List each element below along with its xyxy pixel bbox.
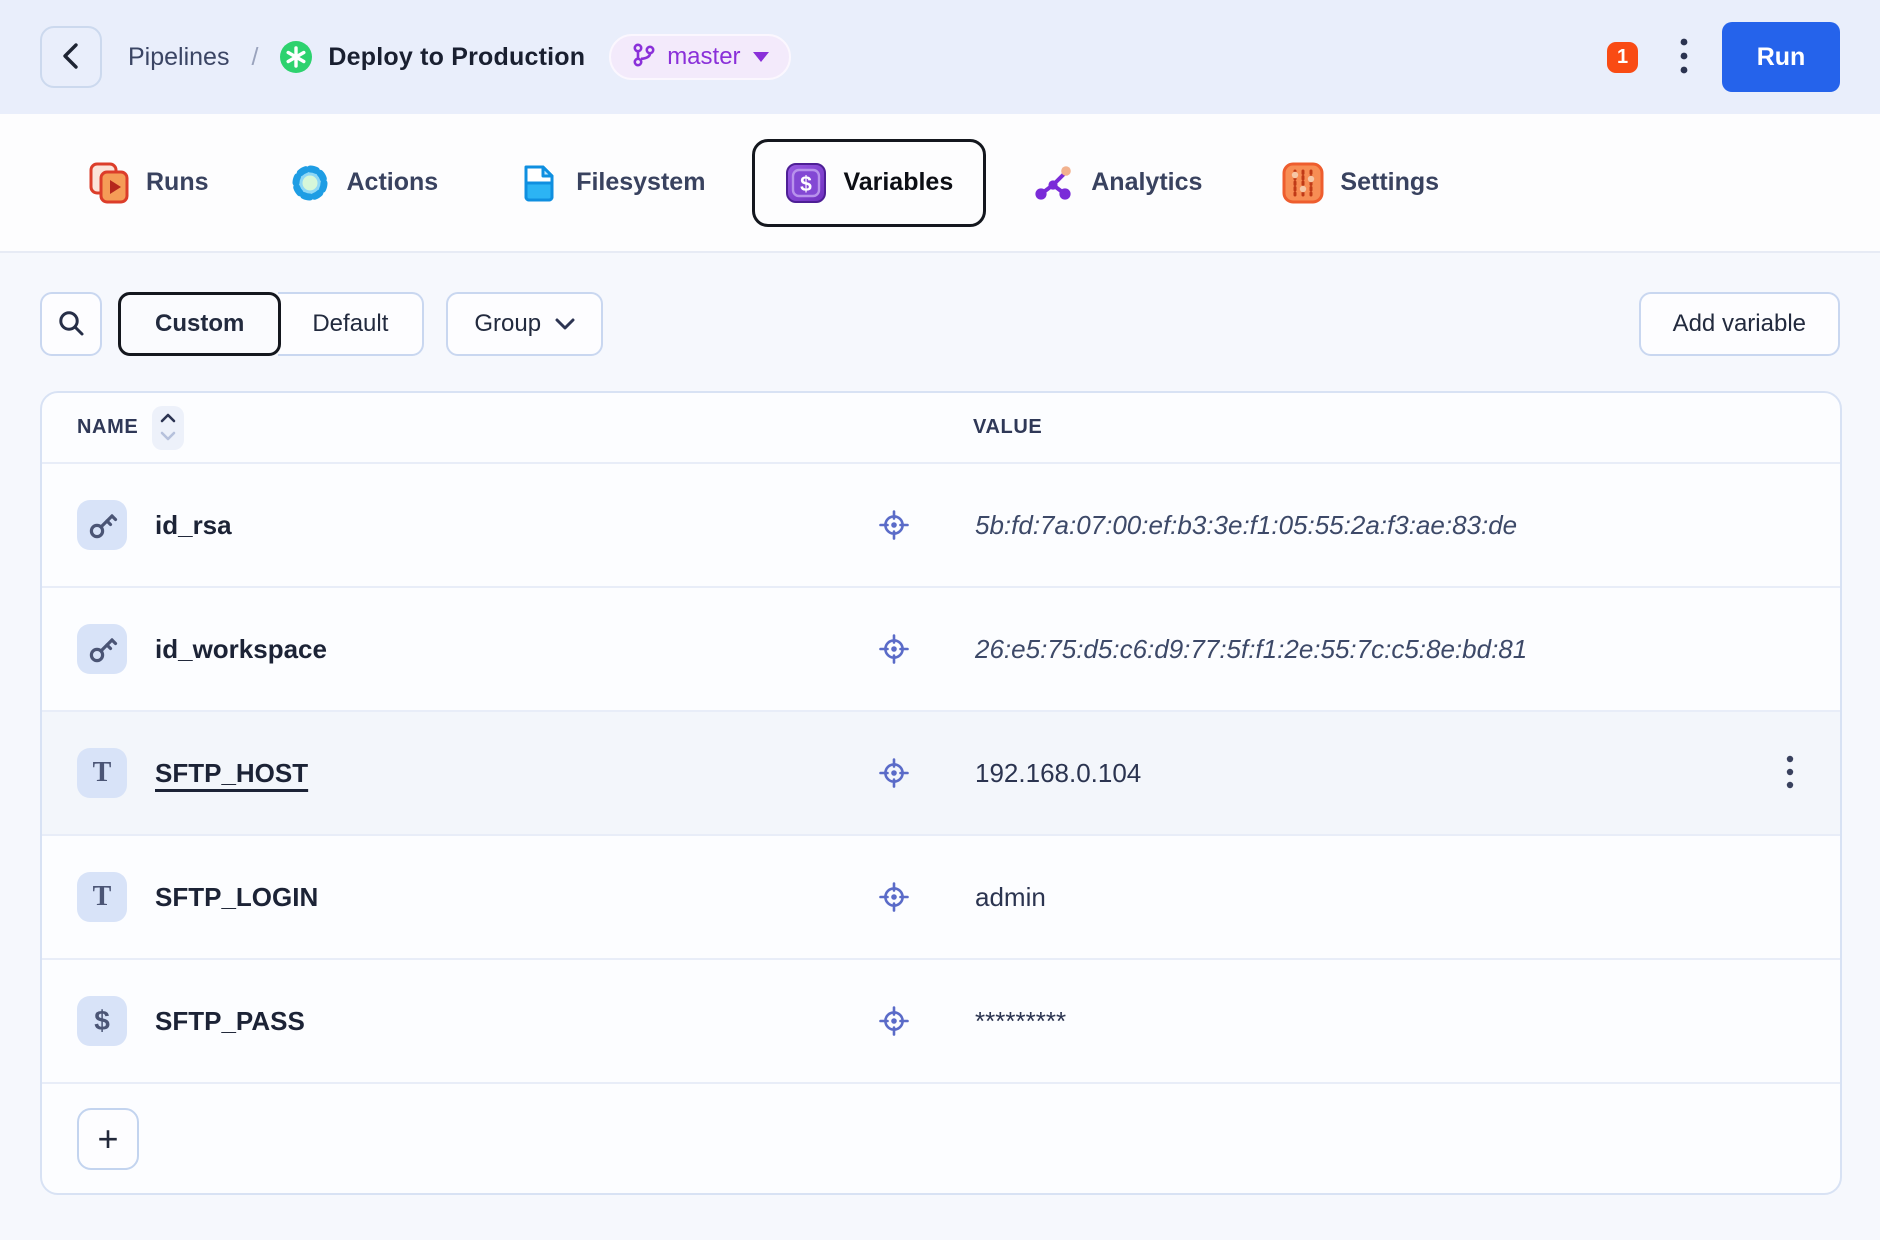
segment-default[interactable]: Default: [278, 292, 425, 356]
ssh-key-icon: [77, 500, 127, 550]
tab-filesystem[interactable]: Filesystem: [485, 139, 738, 227]
variable-value[interactable]: 26:e5:75:d5:c6:d9:77:5f:f1:2e:55:7c:c5:8…: [975, 634, 1800, 665]
row-kebab-menu[interactable]: [1780, 755, 1800, 792]
target-icon[interactable]: [877, 756, 911, 790]
target-icon[interactable]: [877, 880, 911, 914]
tab-label: Actions: [346, 168, 439, 196]
sort-desc-icon: [160, 429, 176, 444]
table-row: id_workspace 26:e5:75:d5:c6:d9:77:5f:f1:…: [42, 588, 1840, 712]
table-row: id_rsa 5b:fd:7a:07:00:ef:b3:3e:f1:05:55:…: [42, 464, 1840, 588]
page-title: Deploy to Production: [328, 42, 586, 71]
table-row: $ SFTP_PASS *********: [42, 960, 1840, 1084]
back-button[interactable]: [40, 26, 102, 88]
notification-badge[interactable]: 1: [1607, 41, 1638, 73]
filesystem-icon: [518, 162, 560, 204]
variable-value[interactable]: 192.168.0.104: [975, 758, 1780, 789]
variable-name[interactable]: SFTP_HOST: [155, 758, 308, 789]
branch-label: master: [667, 43, 741, 70]
tab-runs[interactable]: Runs: [55, 139, 242, 227]
target-icon[interactable]: [877, 632, 911, 666]
variable-name[interactable]: id_rsa: [155, 510, 232, 541]
variables-icon: $: [785, 162, 827, 204]
column-header-value: VALUE: [973, 416, 1043, 438]
variable-name[interactable]: SFTP_PASS: [155, 1006, 305, 1037]
variable-value[interactable]: admin: [975, 882, 1800, 913]
branch-selector[interactable]: master: [609, 34, 791, 80]
breadcrumb-separator: /: [251, 42, 259, 71]
runs-icon: [88, 162, 130, 204]
tab-settings[interactable]: Settings: [1249, 139, 1472, 227]
text-type-icon: T: [77, 872, 127, 922]
chevron-down-icon: [555, 310, 575, 338]
variable-value[interactable]: 5b:fd:7a:07:00:ef:b3:3e:f1:05:55:2a:f3:a…: [975, 510, 1800, 541]
analytics-icon: [1033, 162, 1075, 204]
group-dropdown[interactable]: Group: [446, 292, 604, 356]
kebab-icon: [1680, 38, 1688, 77]
kebab-icon: [1786, 755, 1794, 792]
table-footer: +: [42, 1084, 1840, 1193]
svg-text:$: $: [801, 173, 813, 196]
variables-table: NAME VALUE id_rsa 5b:fd:7a:07:00:ef:b3:3…: [40, 391, 1842, 1195]
tab-variables[interactable]: $ Variables: [752, 138, 987, 227]
tab-label: Runs: [146, 168, 209, 196]
search-button[interactable]: [40, 292, 102, 356]
settings-icon: [1282, 162, 1324, 204]
table-row: T SFTP_LOGIN admin: [42, 836, 1840, 960]
tab-actions[interactable]: Actions: [256, 139, 472, 227]
add-row-button[interactable]: +: [77, 1107, 139, 1170]
variable-name[interactable]: id_workspace: [155, 634, 327, 665]
table-header-row: NAME VALUE: [42, 393, 1840, 464]
add-variable-button[interactable]: Add variable: [1638, 292, 1840, 356]
table-row: T SFTP_HOST 192.168.0.104: [42, 712, 1840, 836]
secret-type-icon: $: [77, 996, 127, 1046]
run-button[interactable]: Run: [1722, 22, 1840, 92]
header-kebab-menu[interactable]: [1680, 38, 1688, 77]
chevron-left-icon: [59, 41, 83, 74]
tab-label: Settings: [1340, 168, 1440, 196]
search-icon: [56, 308, 86, 341]
tab-analytics[interactable]: Analytics: [1000, 139, 1235, 227]
variable-name[interactable]: SFTP_LOGIN: [155, 882, 318, 913]
sort-button[interactable]: [152, 405, 185, 450]
sort-asc-icon: [160, 411, 176, 426]
tab-label: Filesystem: [576, 168, 706, 196]
group-dropdown-label: Group: [474, 310, 542, 337]
tab-label: Variables: [843, 168, 954, 196]
target-icon[interactable]: [877, 1004, 911, 1038]
breadcrumb-pipelines[interactable]: Pipelines: [128, 43, 229, 72]
target-icon[interactable]: [877, 508, 911, 542]
segment-custom[interactable]: Custom: [118, 292, 282, 356]
column-header-name: NAME: [77, 416, 139, 438]
tab-bar: Runs Actions Filesystem $ Variables Anal…: [0, 114, 1880, 253]
app-header: Pipelines / Deploy to Production master …: [0, 0, 1880, 114]
actions-icon: [289, 162, 331, 204]
variable-scope-segmented: Custom Default: [118, 292, 425, 356]
pipeline-status-icon: [280, 41, 313, 73]
ssh-key-icon: [77, 624, 127, 674]
variable-value[interactable]: *********: [975, 1006, 1800, 1037]
branch-caret-icon: [752, 52, 769, 62]
text-type-icon: T: [77, 748, 127, 798]
git-branch-icon: [631, 42, 657, 73]
tab-label: Analytics: [1091, 168, 1203, 196]
filter-row: Custom Default Group Add variable: [40, 292, 1840, 356]
